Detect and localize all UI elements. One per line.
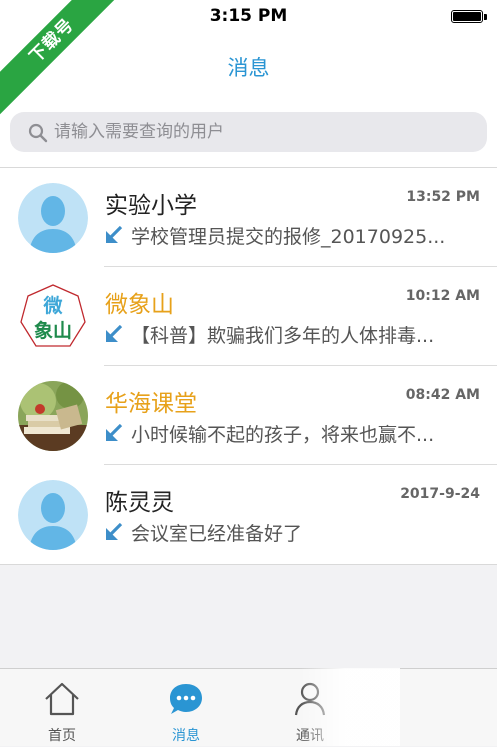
tab-messages[interactable]: 消息: [124, 669, 248, 747]
conversation-row[interactable]: 华海课堂 08:42 AM 小时候输不起的孩子，将来也赢不...: [0, 366, 497, 465]
battery-tip: [484, 14, 487, 20]
reply-arrow-icon: [106, 424, 123, 441]
tab-label: 首页: [48, 728, 76, 744]
corner-ribbon-text: 下载号: [0, 0, 130, 123]
home-icon: [45, 682, 79, 716]
conversation-time: 08:42 AM: [405, 387, 480, 403]
conversation-time: 2017-9-24: [400, 486, 480, 502]
reply-arrow-icon: [106, 325, 123, 342]
conversation-preview: 会议室已经准备好了: [131, 523, 303, 545]
reply-arrow-icon: [106, 226, 123, 243]
avatar-books-photo: [18, 381, 88, 451]
avatar-default-person: [18, 480, 88, 550]
logo-text-top: 微: [42, 294, 63, 317]
corner-ribbon: 下载号: [0, 0, 130, 130]
conversation-name: 陈灵灵: [105, 490, 174, 516]
avatar-logo: 微 象山: [18, 282, 88, 352]
conversation-name: 华海课堂: [105, 391, 197, 417]
conversation-name: 实验小学: [105, 193, 197, 219]
conversation-preview: 小时候输不起的孩子，将来也赢不...: [131, 424, 435, 446]
conversation-preview: 【科普】欺骗我们多年的人体排毒...: [131, 325, 435, 347]
tab-label: 消息: [172, 728, 200, 744]
conversation-preview: 学校管理员提交的报修_20170925...: [131, 226, 446, 248]
avatar-default-person: [18, 183, 88, 253]
tab-home[interactable]: 首页: [0, 669, 124, 747]
conversation-row[interactable]: 陈灵灵 2017-9-24 会议室已经准备好了: [0, 465, 497, 564]
conversation-time: 10:12 AM: [405, 288, 480, 304]
conversation-name: 微象山: [105, 292, 174, 318]
chat-bubble-icon: [170, 684, 202, 714]
conversation-list: 实验小学 13:52 PM 学校管理员提交的报修_20170925... 微 象…: [0, 168, 497, 565]
watermark-fade: [300, 668, 400, 746]
logo-text-bottom: 象山: [34, 319, 72, 342]
reply-arrow-icon: [106, 523, 123, 540]
conversation-time: 13:52 PM: [406, 189, 480, 205]
conversation-row[interactable]: 微 象山 微象山 10:12 AM 【科普】欺骗我们多年的人体排毒...: [0, 267, 497, 366]
tab-bar: 首页 消息 通讯: [0, 668, 497, 746]
battery-icon: [451, 10, 483, 23]
conversation-row[interactable]: 实验小学 13:52 PM 学校管理员提交的报修_20170925...: [0, 168, 497, 267]
